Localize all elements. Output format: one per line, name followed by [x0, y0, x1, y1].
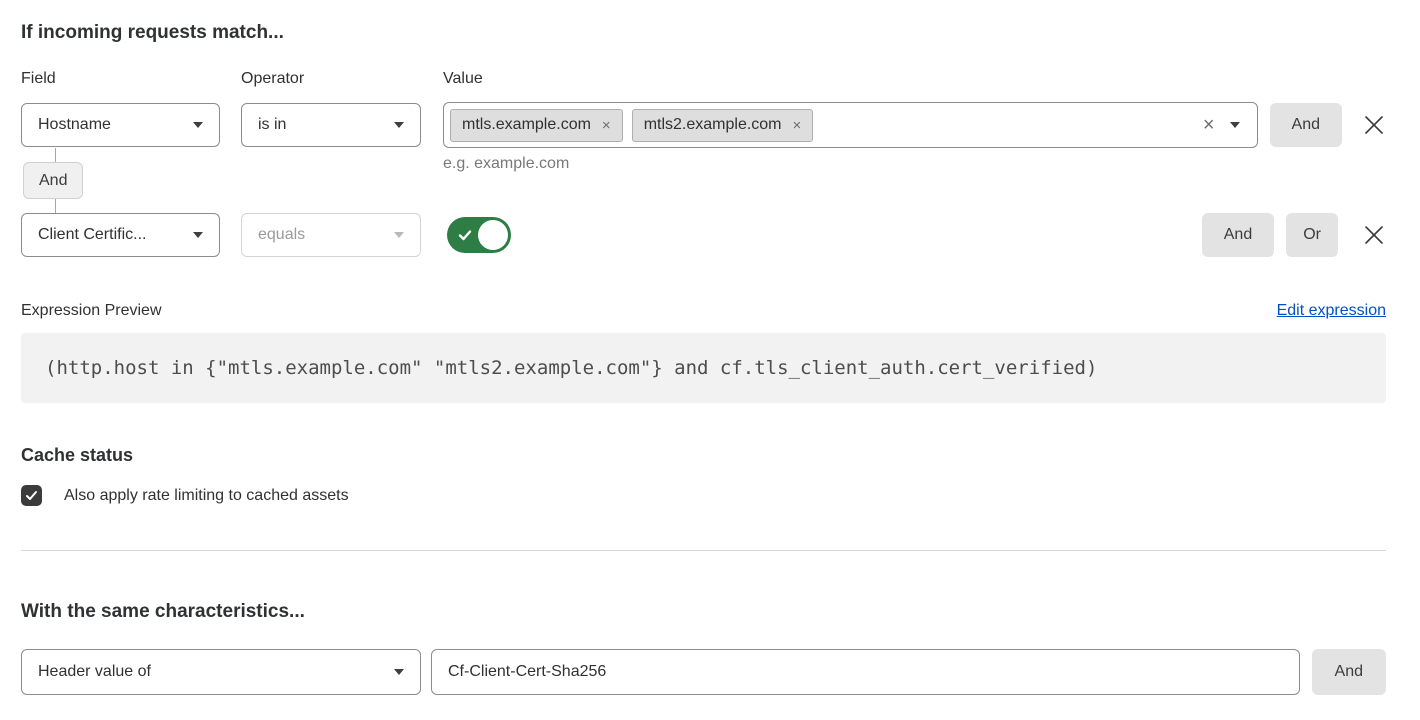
- connector-line: [55, 199, 56, 213]
- chevron-down-icon: [394, 122, 404, 128]
- remove-condition-button[interactable]: [1362, 113, 1386, 137]
- value-helper-text: e.g. example.com: [443, 155, 569, 173]
- or-button-row2[interactable]: Or: [1286, 213, 1338, 257]
- value-label: Value: [443, 70, 1386, 88]
- field-select-value: Hostname: [38, 116, 111, 134]
- field-label: Field: [21, 70, 241, 88]
- operator-select-value: is in: [258, 116, 286, 134]
- chevron-down-icon: [394, 232, 404, 238]
- cert-verified-toggle[interactable]: [447, 217, 511, 253]
- condition-row-2: Client Certific... equals And Or: [21, 213, 1386, 257]
- remove-condition-button[interactable]: [1362, 223, 1386, 247]
- field-select-value: Client Certific...: [38, 226, 146, 244]
- section-divider: [21, 550, 1386, 551]
- remove-tag-icon[interactable]: ×: [602, 118, 611, 133]
- remove-tag-icon[interactable]: ×: [793, 118, 802, 133]
- match-section-title: If incoming requests match...: [21, 22, 1386, 43]
- clear-values-icon[interactable]: ×: [1203, 115, 1215, 135]
- toggle-knob: [478, 220, 508, 250]
- and-characteristic-button[interactable]: And: [1312, 649, 1386, 695]
- row2-buttons: And Or: [1202, 213, 1386, 257]
- cache-status-section: Cache status Also apply rate limiting to…: [21, 445, 1386, 506]
- field-select[interactable]: Client Certific...: [21, 213, 220, 257]
- header-name-input[interactable]: [431, 649, 1300, 695]
- value-tag-label: mtls2.example.com: [644, 116, 782, 134]
- expression-preview-section: Expression Preview Edit expression (http…: [21, 301, 1386, 403]
- expression-preview-label: Expression Preview: [21, 301, 162, 320]
- characteristic-select-value: Header value of: [38, 663, 151, 681]
- operator-select-disabled: equals: [241, 213, 421, 257]
- value-multiselect[interactable]: mtls.example.com × mtls2.example.com × ×: [443, 102, 1258, 148]
- condition-row-1: Hostname is in mtls.example.com × mtls2.…: [21, 102, 1386, 148]
- connector-row: And e.g. example.com: [21, 148, 1386, 213]
- close-icon: [1363, 224, 1385, 246]
- operator-label: Operator: [241, 70, 443, 88]
- value-tag-label: mtls.example.com: [462, 116, 591, 134]
- field-labels-row: Field Operator Value: [21, 70, 1386, 88]
- characteristics-title: With the same characteristics...: [21, 601, 1386, 622]
- chevron-down-icon: [193, 232, 203, 238]
- value-tag: mtls2.example.com ×: [632, 109, 814, 142]
- rule-builder: If incoming requests match... Field Oper…: [0, 0, 1420, 695]
- characteristic-select[interactable]: Header value of: [21, 649, 421, 695]
- cache-status-title: Cache status: [21, 445, 1386, 465]
- edit-expression-link[interactable]: Edit expression: [1277, 301, 1386, 320]
- cached-assets-checkbox-label: Also apply rate limiting to cached asset…: [64, 486, 349, 505]
- field-select[interactable]: Hostname: [21, 103, 220, 147]
- operator-select-value: equals: [258, 226, 305, 244]
- operator-select[interactable]: is in: [241, 103, 421, 147]
- close-icon: [1363, 114, 1385, 136]
- chevron-down-icon: [394, 669, 404, 675]
- check-icon: [25, 489, 38, 502]
- cached-assets-checkbox[interactable]: [21, 485, 42, 506]
- chevron-down-icon[interactable]: [1230, 122, 1240, 128]
- check-icon: [457, 227, 473, 243]
- expression-preview-header: Expression Preview Edit expression: [21, 301, 1386, 320]
- connector-line: [55, 148, 56, 162]
- and-connector-button[interactable]: And: [23, 162, 83, 199]
- and-button-row2[interactable]: And: [1202, 213, 1274, 257]
- cache-checkbox-row: Also apply rate limiting to cached asset…: [21, 485, 1386, 506]
- and-button-row1[interactable]: And: [1270, 103, 1342, 147]
- expression-code: (http.host in {"mtls.example.com" "mtls2…: [21, 333, 1386, 403]
- value-tag: mtls.example.com ×: [450, 109, 623, 142]
- characteristics-row: Header value of And: [21, 649, 1386, 695]
- chevron-down-icon: [193, 122, 203, 128]
- characteristics-section: With the same characteristics... Header …: [21, 601, 1386, 695]
